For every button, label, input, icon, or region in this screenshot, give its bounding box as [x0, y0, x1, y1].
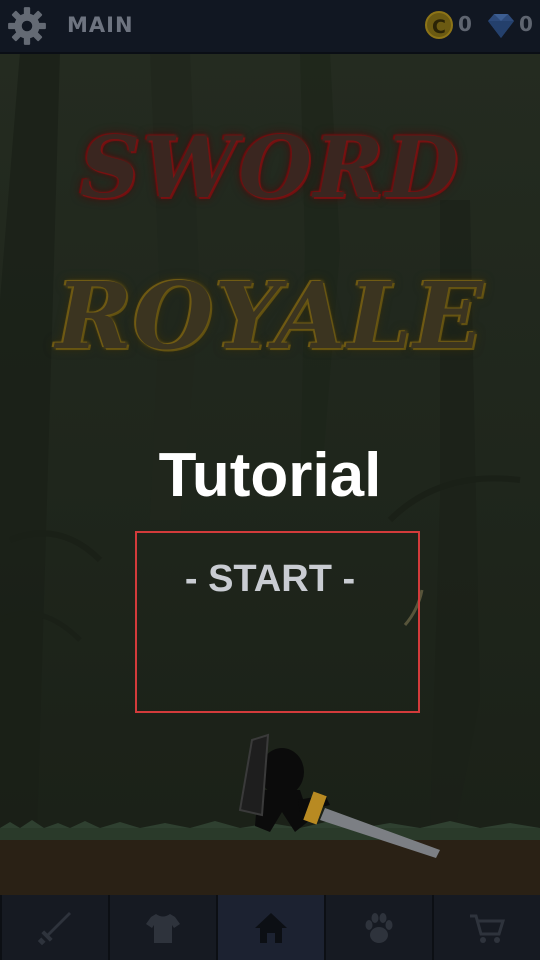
nav-outfits[interactable] — [108, 895, 216, 960]
coin-count: 0 — [458, 12, 472, 36]
shirt-icon — [146, 913, 180, 943]
logo-title-line2: ROYALE — [55, 262, 485, 370]
nav-weapons[interactable] — [0, 895, 108, 960]
nav-shop[interactable] — [432, 895, 540, 960]
gear-icon[interactable] — [6, 5, 48, 47]
bottom-navigation — [0, 895, 540, 960]
nav-home[interactable] — [216, 895, 324, 960]
nav-pets[interactable] — [324, 895, 432, 960]
mode-title: Tutorial — [158, 441, 382, 510]
sword-icon — [37, 911, 71, 945]
cart-icon — [470, 914, 506, 943]
top-bar: MAIN C 0 0 — [0, 0, 540, 54]
paw-icon — [365, 912, 393, 943]
diamond-icon — [488, 14, 514, 38]
start-button[interactable]: - START - — [150, 558, 390, 601]
coin-icon: C — [425, 11, 453, 39]
gem-count: 0 — [519, 12, 533, 36]
logo-title-line1: SWORD — [79, 118, 461, 217]
home-icon — [255, 912, 287, 943]
page-title: MAIN — [67, 13, 134, 37]
